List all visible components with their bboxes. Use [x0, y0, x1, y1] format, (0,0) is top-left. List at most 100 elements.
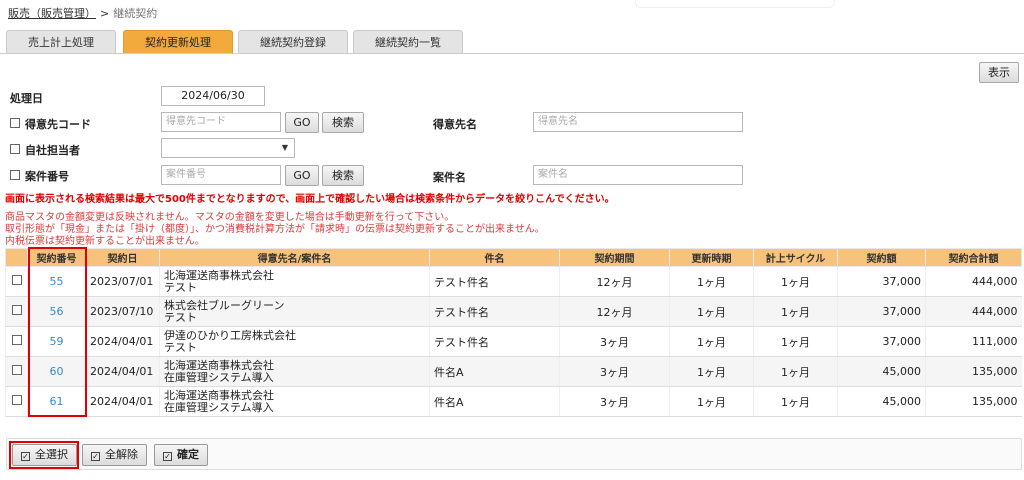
deselect-all-button[interactable]: ✓ 全解除: [82, 444, 147, 466]
amount-cell: 45,000: [837, 356, 926, 387]
period-cell: 12ヶ月: [559, 296, 670, 327]
header-decoration: [635, 0, 835, 8]
contract-date-cell: 2024/04/01: [85, 326, 160, 357]
header-customer-project[interactable]: 得意先名/案件名: [159, 248, 430, 267]
subject-cell: 件名A: [429, 356, 560, 387]
confirm-button[interactable]: ✓ 確定: [154, 444, 208, 466]
row-select-cell: [5, 386, 28, 417]
customer-name: 株式会社ブルーグリーン: [164, 298, 285, 312]
header-renewal[interactable]: 更新時期: [669, 248, 754, 267]
renewal-cell: 1ヶ月: [669, 266, 754, 297]
customer-name: 北海運送商事株式会社: [164, 268, 274, 282]
confirm-label: 確定: [177, 448, 199, 461]
customer-project-cell: 株式会社ブルーグリーン テスト: [159, 296, 430, 327]
cycle-cell: 1ヶ月: [753, 296, 838, 327]
row-select-cell: [5, 326, 28, 357]
notice-line-3: 内税伝票は契約更新することが出来ません。: [5, 236, 205, 247]
header-subject[interactable]: 件名: [429, 248, 560, 267]
project-no-search-button[interactable]: 検索: [322, 165, 364, 186]
contract-date-cell: 2023/07/01: [85, 266, 160, 297]
project-no-checkbox[interactable]: [10, 170, 20, 180]
subject-cell: テスト件名: [429, 266, 560, 297]
customer-project-cell: 北海運送商事株式会社 テスト: [159, 266, 430, 297]
period-cell: 3ヶ月: [559, 386, 670, 417]
tab-contract-renewal[interactable]: 契約更新処理: [123, 30, 233, 54]
chevron-down-icon: ▼: [281, 143, 288, 152]
select-all-highlight: [9, 441, 79, 469]
cycle-cell: 1ヶ月: [753, 266, 838, 297]
header-total[interactable]: 契約合計額: [925, 248, 1022, 267]
row-checkbox[interactable]: [11, 275, 22, 285]
customer-name: 北海運送商事株式会社: [164, 358, 274, 372]
period-cell: 3ヶ月: [559, 356, 670, 387]
total-cell: 135,000: [925, 386, 1022, 417]
process-date-input[interactable]: 2024/06/30: [161, 86, 265, 106]
header-period[interactable]: 契約期間: [559, 248, 670, 267]
customer-code-label: 得意先コード: [25, 118, 91, 131]
tab-divider: [0, 53, 1024, 54]
table-row: 59 2024/04/01 伊達のひかり工房株式会社 テスト テスト件名 3ヶ月 …: [5, 326, 1022, 357]
customer-name: 北海運送商事株式会社: [164, 388, 274, 402]
total-cell: 444,000: [925, 296, 1022, 327]
project-name: 在庫管理システム導入: [164, 370, 274, 384]
contract-date-cell: 2024/04/01: [85, 386, 160, 417]
staff-checkbox[interactable]: [10, 144, 20, 154]
project-name: テスト: [164, 340, 197, 354]
header-amount[interactable]: 契約額: [837, 248, 926, 267]
customer-code-go-button[interactable]: GO: [285, 112, 319, 133]
table-row: 61 2024/04/01 北海運送商事株式会社 在庫管理システム導入 件名A 3…: [5, 386, 1022, 417]
subject-cell: テスト件名: [429, 296, 560, 327]
period-cell: 12ヶ月: [559, 266, 670, 297]
checkbox-icon: ✓: [163, 452, 172, 461]
total-cell: 444,000: [925, 266, 1022, 297]
tab-recurring-contract-list[interactable]: 継続契約一覧: [353, 30, 463, 54]
table-row: 60 2024/04/01 北海運送商事株式会社 在庫管理システム導入 件名A 3…: [5, 356, 1022, 387]
project-name-input[interactable]: 案件名: [533, 165, 743, 185]
subject-cell: テスト件名: [429, 326, 560, 357]
tab-recurring-contract-register[interactable]: 継続契約登録: [238, 30, 348, 54]
tab-sales-posting[interactable]: 売上計上処理: [6, 30, 116, 54]
project-name: テスト: [164, 280, 197, 294]
contract-table: 契約番号 契約日 得意先名/案件名 件名 契約期間 更新時期 計上サイクル 契約…: [5, 248, 1022, 417]
cycle-cell: 1ヶ月: [753, 326, 838, 357]
breadcrumb: 販売（販売管理） > 継続契約: [8, 5, 157, 21]
header-cycle[interactable]: 計上サイクル: [753, 248, 838, 267]
renewal-cell: 1ヶ月: [669, 326, 754, 357]
amount-cell: 37,000: [837, 266, 926, 297]
customer-code-input[interactable]: 得意先コード: [161, 112, 281, 132]
show-button[interactable]: 表示: [979, 62, 1019, 83]
subject-cell: 件名A: [429, 386, 560, 417]
customer-name-input[interactable]: 得意先名: [533, 112, 743, 132]
row-checkbox[interactable]: [11, 395, 22, 405]
customer-code-search-button[interactable]: 検索: [322, 112, 364, 133]
breadcrumb-separator: >: [100, 7, 110, 20]
total-cell: 111,000: [925, 326, 1022, 357]
breadcrumb-current: 継続契約: [113, 7, 158, 20]
amount-cell: 37,000: [837, 326, 926, 357]
staff-select[interactable]: ▼: [161, 138, 295, 158]
customer-project-cell: 北海運送商事株式会社 在庫管理システム導入: [159, 356, 430, 387]
customer-code-checkbox[interactable]: [10, 118, 20, 128]
amount-cell: 37,000: [837, 296, 926, 327]
row-checkbox[interactable]: [11, 335, 22, 345]
customer-project-cell: 北海運送商事株式会社 在庫管理システム導入: [159, 386, 430, 417]
row-select-cell: [5, 356, 28, 387]
row-checkbox[interactable]: [11, 365, 22, 375]
table-row: 56 2023/07/10 株式会社ブルーグリーン テスト テスト件名 12ヶ月 …: [5, 296, 1022, 327]
contract-date-cell: 2024/04/01: [85, 356, 160, 387]
row-select-cell: [5, 296, 28, 327]
contract-date-cell: 2023/07/10: [85, 296, 160, 327]
project-no-go-button[interactable]: GO: [285, 165, 319, 186]
amount-cell: 45,000: [837, 386, 926, 417]
breadcrumb-parent-link[interactable]: 販売（販売管理）: [8, 7, 96, 20]
project-no-input[interactable]: 案件番号: [161, 165, 281, 185]
project-name: 在庫管理システム導入: [164, 400, 274, 414]
customer-name: 伊達のひかり工房株式会社: [164, 328, 296, 342]
renewal-cell: 1ヶ月: [669, 386, 754, 417]
header-contract-date[interactable]: 契約日: [85, 248, 160, 267]
renewal-cell: 1ヶ月: [669, 356, 754, 387]
contract-no-highlight: [28, 247, 87, 417]
total-cell: 135,000: [925, 356, 1022, 387]
row-checkbox[interactable]: [11, 305, 22, 315]
search-limit-warning: 画面に表示される検索結果は最大で500件までとなりますので、画面上で確認したい場…: [5, 194, 615, 205]
